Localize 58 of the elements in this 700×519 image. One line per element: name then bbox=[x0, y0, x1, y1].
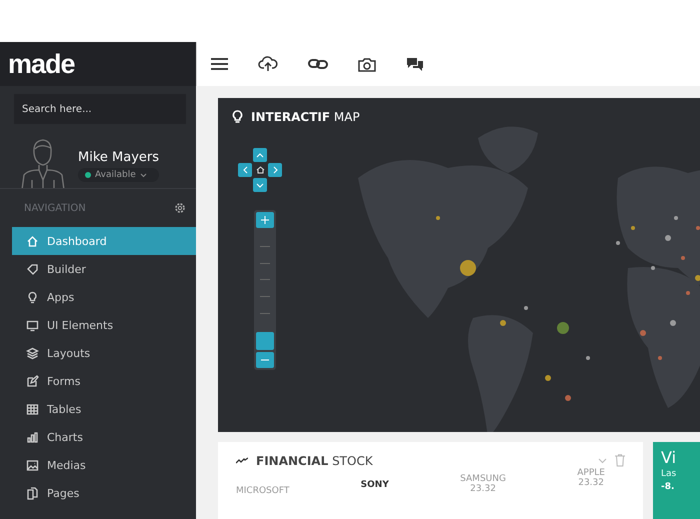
zoom-slider[interactable] bbox=[254, 210, 276, 370]
image-icon bbox=[26, 458, 39, 472]
pan-left-button[interactable] bbox=[238, 163, 252, 177]
nav-item[interactable]: Forms bbox=[12, 367, 196, 395]
zoom-out-button[interactable] bbox=[256, 352, 274, 368]
stock-name[interactable]: SONY bbox=[360, 480, 389, 490]
nav-item[interactable]: Charts bbox=[12, 423, 196, 451]
bulb-icon bbox=[232, 110, 243, 124]
home-icon bbox=[256, 166, 264, 174]
search-field[interactable]: Search here... bbox=[14, 94, 186, 124]
trend-line-icon bbox=[236, 457, 248, 464]
bulb-icon bbox=[26, 290, 39, 304]
chevron-left-icon bbox=[242, 166, 248, 174]
cloud-upload-icon[interactable] bbox=[258, 56, 278, 72]
stat-subtitle: Las bbox=[661, 468, 676, 479]
camera-icon[interactable] bbox=[358, 56, 376, 72]
collapse-caret-icon[interactable] bbox=[598, 458, 607, 464]
tag-icon bbox=[26, 262, 39, 276]
nav-header: NAVIGATION bbox=[24, 202, 86, 214]
pages-icon bbox=[26, 486, 39, 500]
menu-icon[interactable] bbox=[211, 58, 228, 70]
stat-title: Vi bbox=[661, 448, 676, 467]
pan-down-button[interactable] bbox=[253, 178, 267, 192]
chat-bubbles-icon[interactable] bbox=[406, 56, 424, 72]
edit-icon bbox=[26, 374, 39, 388]
nav-item[interactable]: Pages bbox=[12, 479, 196, 507]
minus-icon bbox=[261, 359, 269, 361]
stock-title: FINANCIAL STOCK bbox=[256, 454, 373, 468]
stock-value: 23.32 bbox=[578, 478, 604, 488]
plus-icon bbox=[261, 216, 269, 224]
home-icon bbox=[26, 234, 39, 248]
nav-item[interactable]: Tables bbox=[12, 395, 196, 423]
nav-item[interactable]: UI Elements bbox=[12, 311, 196, 339]
zoom-in-button[interactable] bbox=[256, 212, 274, 228]
pan-right-button[interactable] bbox=[268, 163, 282, 177]
nav-item[interactable]: Builder bbox=[12, 255, 196, 283]
chevron-up-icon bbox=[256, 152, 264, 158]
trash-icon[interactable] bbox=[615, 454, 625, 468]
nav-item[interactable]: Medias bbox=[12, 451, 196, 479]
table-icon bbox=[26, 402, 39, 416]
zoom-thumb[interactable] bbox=[256, 332, 274, 350]
stat-value: -8. bbox=[661, 482, 674, 492]
pan-up-button[interactable] bbox=[253, 148, 267, 162]
layers-icon bbox=[26, 346, 39, 360]
logo: made bbox=[8, 48, 75, 80]
status-dropdown[interactable]: Available bbox=[78, 168, 160, 182]
link-icon[interactable] bbox=[308, 58, 328, 70]
nav-item[interactable]: Layouts bbox=[12, 339, 196, 367]
chevron-down-icon bbox=[256, 182, 264, 188]
nav-item[interactable]: Apps bbox=[12, 283, 196, 311]
settings-icon[interactable] bbox=[174, 202, 186, 214]
monitor-icon bbox=[26, 318, 39, 332]
stock-value: 23.32 bbox=[470, 484, 496, 494]
chevron-right-icon bbox=[272, 166, 278, 174]
chart-icon bbox=[26, 430, 39, 444]
caret-icon bbox=[140, 172, 147, 178]
user-name: Mike Mayers bbox=[78, 150, 160, 165]
map-title: INTERACTIF MAP bbox=[251, 110, 360, 124]
